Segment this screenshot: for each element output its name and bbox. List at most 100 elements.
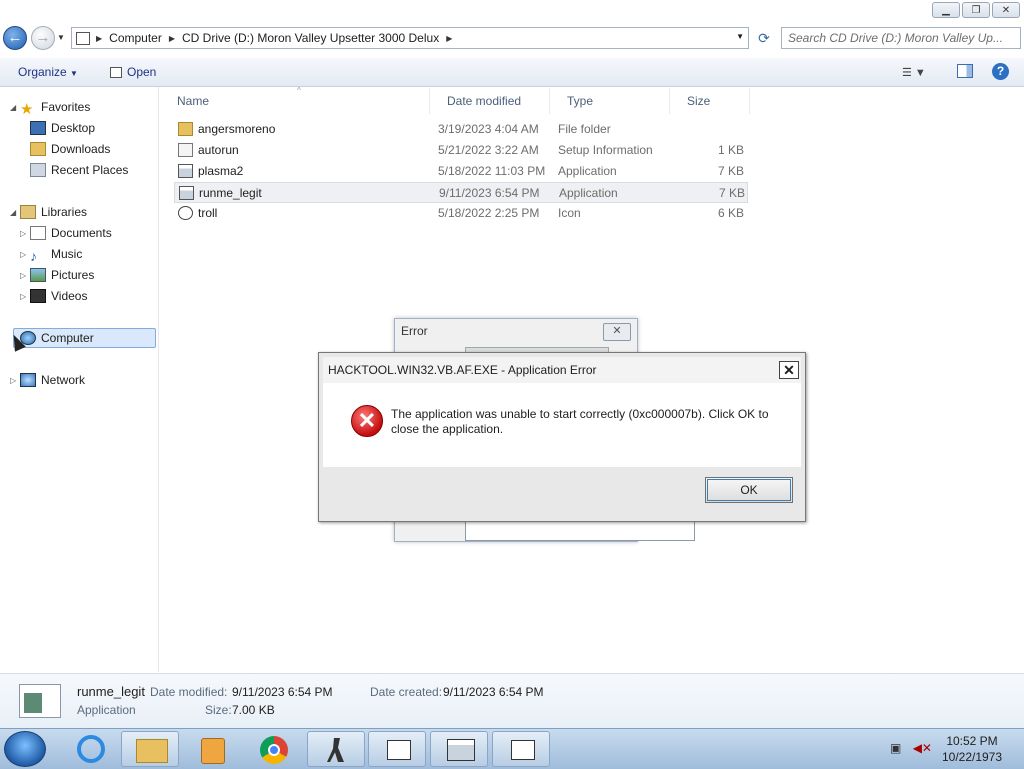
network-tray-icon[interactable]: ▣ xyxy=(890,741,901,755)
file-date: 3/19/2023 4:04 AM xyxy=(438,122,539,136)
nav-favorites[interactable]: ★ Favorites xyxy=(20,97,90,117)
nav-network[interactable]: Network xyxy=(20,370,85,390)
nav-libraries[interactable]: Libraries xyxy=(20,202,87,222)
folder-window-icon[interactable] xyxy=(492,731,550,767)
nav-documents[interactable]: Documents xyxy=(30,223,112,243)
application-window-icon[interactable] xyxy=(430,731,488,767)
desktop-icon xyxy=(30,121,46,135)
start-button[interactable] xyxy=(4,731,46,767)
open-button[interactable]: Open xyxy=(110,65,156,79)
navigation-pane: ◢ ★ Favorites Desktop Downloads Recent Pl… xyxy=(0,87,159,672)
nav-recent-places-label: Recent Places xyxy=(51,163,129,177)
system-tray: ▣ ◀✕ xyxy=(890,741,932,755)
counter-strike-icon[interactable] xyxy=(307,731,365,767)
nav-downloads[interactable]: Downloads xyxy=(30,139,110,159)
clock-date: 10/22/1973 xyxy=(941,750,1003,764)
nav-videos-label: Videos xyxy=(51,289,88,303)
clock[interactable]: 10:52 PM 10/22/1973 xyxy=(930,733,1014,765)
open-icon xyxy=(110,67,122,78)
expand-arrow-icon[interactable]: ◢ xyxy=(10,208,16,217)
bg-dialog-title: Error xyxy=(401,324,428,338)
clock-time: 10:52 PM xyxy=(946,734,998,748)
bg-dialog-close-button[interactable]: ✕ xyxy=(603,323,631,341)
nav-pictures[interactable]: Pictures xyxy=(30,265,94,285)
application-icon xyxy=(179,186,194,200)
chevron-down-icon: ▼ xyxy=(70,69,78,78)
nav-computer[interactable]: Computer xyxy=(20,328,94,348)
address-dropdown-icon[interactable]: ▼ xyxy=(736,32,744,41)
close-window-button[interactable]: ✕ xyxy=(992,2,1020,18)
file-date: 5/21/2022 3:22 AM xyxy=(438,143,539,157)
preview-pane-button[interactable] xyxy=(957,64,973,78)
star-icon: ★ xyxy=(20,101,34,118)
expand-arrow-icon[interactable]: ◢ xyxy=(10,103,16,112)
details-size: 7.00 KB xyxy=(232,703,275,717)
column-headers: Name Date modified Type Size ^ xyxy=(160,86,752,114)
file-type: Application xyxy=(558,164,617,178)
change-view-button[interactable]: ☰ ▼ xyxy=(902,66,926,79)
nav-libraries-label: Libraries xyxy=(41,205,88,219)
file-size: 6 KB xyxy=(717,206,744,220)
file-row[interactable]: autorun 5/21/2022 3:22 AM Setup Informat… xyxy=(174,140,748,161)
media-player-icon[interactable] xyxy=(182,731,240,767)
address-bar[interactable]: ▶ Computer ▶ CD Drive (D:) Moron Valley … xyxy=(71,27,749,49)
folder-window-icon[interactable] xyxy=(368,731,426,767)
open-label: Open xyxy=(127,65,157,79)
search-input[interactable]: Search CD Drive (D:) Moron Valley Up... xyxy=(781,27,1021,49)
file-type: Setup Information xyxy=(558,143,653,157)
organize-label: Organize xyxy=(18,65,67,79)
file-row[interactable]: angersmoreno 3/19/2023 4:04 AM File fold… xyxy=(174,119,748,140)
application-error-dialog: HACKTOOL.WIN32.VB.AF.EXE - Application E… xyxy=(318,352,806,522)
file-name: angersmoreno xyxy=(198,122,276,136)
internet-explorer-icon[interactable] xyxy=(62,731,120,767)
nav-recent-places[interactable]: Recent Places xyxy=(30,160,128,180)
nav-music[interactable]: ♪ Music xyxy=(30,244,82,264)
details-date-modified: 9/11/2023 6:54 PM xyxy=(232,685,333,699)
collapsed-arrow-icon[interactable]: ▷ xyxy=(20,292,26,301)
chevron-right-icon[interactable]: ▶ xyxy=(444,34,454,43)
settings-file-icon xyxy=(178,143,193,157)
error-dialog-close-button[interactable]: ✕ xyxy=(779,361,799,379)
file-name: autorun xyxy=(198,143,239,157)
documents-icon xyxy=(30,226,46,240)
error-dialog-titlebar: HACKTOOL.WIN32.VB.AF.EXE - Application E… xyxy=(323,357,801,383)
file-name: plasma2 xyxy=(198,164,244,178)
collapsed-arrow-icon[interactable]: ▷ xyxy=(20,229,26,238)
help-icon[interactable]: ? xyxy=(992,63,1009,80)
file-size: 7 KB xyxy=(717,164,744,178)
organize-button[interactable]: Organize ▼ xyxy=(18,65,78,79)
file-size: 1 KB xyxy=(717,143,744,157)
nav-documents-label: Documents xyxy=(51,226,112,240)
cd-drive-icon xyxy=(76,31,90,45)
nav-desktop[interactable]: Desktop xyxy=(30,118,95,138)
caption-buttons: ▁ ❐ ✕ xyxy=(932,2,1020,18)
chrome-icon[interactable] xyxy=(245,731,303,767)
nav-videos[interactable]: Videos xyxy=(30,286,87,306)
column-size[interactable]: Size xyxy=(670,88,750,114)
column-name[interactable]: Name xyxy=(160,88,430,114)
refresh-icon[interactable]: ⟳ xyxy=(752,27,776,49)
column-date-modified[interactable]: Date modified xyxy=(430,88,550,114)
breadcrumb-computer[interactable]: Computer xyxy=(104,31,167,45)
file-row[interactable]: plasma2 5/18/2022 11:03 PM Application 7… xyxy=(174,161,748,182)
file-row-selected[interactable]: runme_legit 9/11/2023 6:54 PM Applicatio… xyxy=(174,182,748,203)
breadcrumb-cd-drive[interactable]: CD Drive (D:) Moron Valley Upsetter 3000… xyxy=(177,31,444,45)
minimize-button[interactable]: ▁ xyxy=(932,2,960,18)
column-type[interactable]: Type xyxy=(550,88,670,114)
restore-button[interactable]: ❐ xyxy=(962,2,990,18)
ok-button[interactable]: OK xyxy=(705,477,793,503)
collapsed-arrow-icon[interactable]: ▷ xyxy=(20,271,26,280)
collapsed-arrow-icon[interactable]: ▷ xyxy=(20,250,26,259)
details-date-created: 9/11/2023 6:54 PM xyxy=(443,685,544,699)
chevron-right-icon: ▶ xyxy=(96,33,103,43)
recent-pages-dropdown-icon[interactable]: ▼ xyxy=(57,33,65,42)
file-type: File folder xyxy=(558,122,611,136)
collapsed-arrow-icon[interactable]: ▷ xyxy=(10,376,16,385)
file-explorer-icon[interactable] xyxy=(121,731,179,767)
forward-button[interactable]: → xyxy=(31,26,55,50)
network-icon xyxy=(20,373,36,387)
file-row[interactable]: troll 5/18/2022 2:25 PM Icon 6 KB xyxy=(174,203,748,224)
downloads-folder-icon xyxy=(30,142,46,156)
nav-favorites-label: Favorites xyxy=(41,100,91,114)
back-button[interactable]: ← xyxy=(3,26,27,50)
